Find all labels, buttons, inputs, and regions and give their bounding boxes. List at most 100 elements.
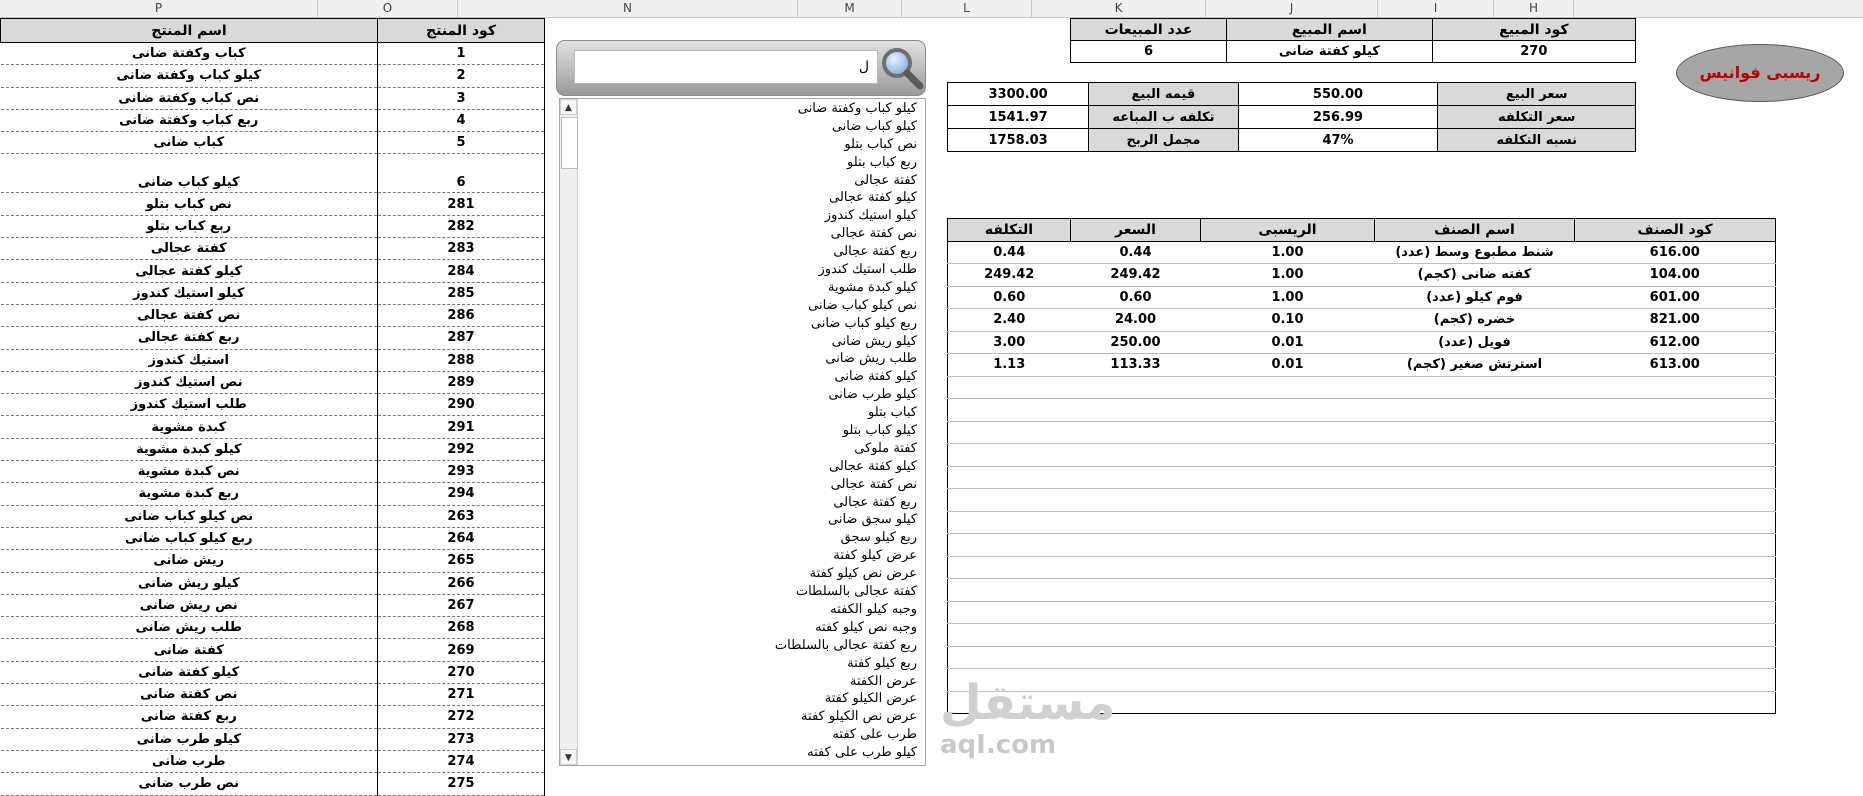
empty-cell[interactable] (1374, 511, 1575, 534)
empty-cell[interactable] (1200, 556, 1375, 579)
empty-cell[interactable] (1200, 578, 1375, 602)
sale-code-cell[interactable]: 270 (1431, 40, 1637, 63)
item-cost-cell[interactable]: 0.44 (947, 241, 1071, 264)
empty-cell[interactable] (1574, 556, 1776, 579)
product-code-cell[interactable]: 288 (377, 349, 545, 372)
item-cost-cell[interactable]: 3.00 (947, 331, 1071, 354)
product-name-cell[interactable]: ربع كفتة ضانى (0, 705, 378, 729)
empty-cell[interactable] (1070, 646, 1201, 669)
empty-cell[interactable] (947, 578, 1071, 602)
pricing-value-cell[interactable]: 1758.03 (946, 128, 1090, 152)
product-code-cell[interactable]: 268 (377, 616, 545, 640)
empty-cell[interactable] (1374, 691, 1575, 714)
empty-cell[interactable] (1200, 623, 1375, 647)
product-code-cell[interactable]: 293 (377, 460, 545, 484)
column-header-P[interactable]: P (0, 0, 318, 18)
scrollbar-thumb[interactable] (561, 117, 578, 169)
empty-cell[interactable] (1200, 668, 1375, 692)
pricing-value-cell[interactable]: 3300.00 (946, 82, 1090, 106)
empty-cell[interactable] (1574, 443, 1776, 467)
list-item[interactable]: كفتة عجالى بالسلطات (775, 583, 917, 601)
item-recipe-cell[interactable]: 0.01 (1200, 331, 1375, 354)
empty-cell[interactable] (1200, 466, 1375, 489)
list-item[interactable]: عرض الكفتة (775, 673, 917, 691)
recipe-header[interactable]: الريسبى (1200, 218, 1375, 242)
list-item[interactable]: وجبه كيلو الكفته (775, 601, 917, 619)
list-item[interactable]: عرض كيلو كفتة (775, 547, 917, 565)
product-code-cell[interactable]: 275 (377, 772, 545, 796)
item-name-cell[interactable]: خضره (كجم) (1374, 308, 1575, 332)
product-name-cell[interactable]: كفتة ضانى (0, 638, 378, 662)
product-name-cell[interactable]: نص طرب ضانى (0, 772, 378, 796)
empty-cell[interactable] (1070, 376, 1201, 399)
product-name-cell[interactable]: كيلو كباب وكفتة ضانى (0, 64, 378, 88)
item-code-cell[interactable]: 821.00 (1574, 308, 1776, 332)
product-code-cell[interactable]: 266 (377, 572, 545, 595)
empty-cell[interactable] (1574, 646, 1776, 669)
product-code-cell[interactable]: 291 (377, 415, 545, 439)
item-price-cell[interactable]: 0.44 (1070, 241, 1201, 264)
list-item[interactable]: كيلو كباب وكفتة ضانى (775, 100, 917, 118)
list-item[interactable]: نص كباب بتلو (775, 136, 917, 154)
product-name-cell[interactable]: كيلو كبدة مشوية (0, 438, 378, 462)
product-name-cell[interactable]: نص كباب وكفتة ضانى (0, 87, 378, 110)
empty-cell[interactable] (947, 646, 1071, 669)
sale-name-header[interactable]: اسم المبيع (1226, 18, 1433, 41)
pricing-label-cell[interactable]: سعر البيع (1437, 82, 1636, 106)
item-price-cell[interactable]: 0.60 (1070, 286, 1201, 309)
item-recipe-cell[interactable]: 0.10 (1200, 308, 1375, 332)
product-name-cell[interactable]: ربع كباب وكفتة ضانى (0, 109, 378, 133)
product-name-cell[interactable]: كباب وكفتة ضانى (0, 42, 378, 66)
empty-cell[interactable] (1070, 533, 1201, 557)
product-code-cell[interactable]: 289 (377, 371, 545, 395)
product-code-cell[interactable]: 272 (377, 705, 545, 729)
list-item[interactable]: كيلو طرب ضانى (775, 386, 917, 404)
listbox-scrollbar[interactable]: ▲ ▼ (560, 99, 578, 765)
item-price-cell[interactable]: 250.00 (1070, 331, 1201, 354)
list-item[interactable]: ربع كفتة عجالى (775, 243, 917, 261)
list-item[interactable]: كيلو كفتة ضانى (775, 368, 917, 386)
empty-cell[interactable] (1374, 556, 1575, 579)
column-header-L[interactable]: L (902, 0, 1032, 18)
empty-cell[interactable] (1200, 398, 1375, 422)
pricing-value-cell[interactable]: 1541.97 (946, 105, 1090, 129)
column-header-J[interactable]: J (1206, 0, 1378, 18)
item-cost-cell[interactable]: 1.13 (947, 353, 1071, 377)
empty-cell[interactable] (1070, 601, 1201, 624)
product-code-cell[interactable]: 286 (377, 304, 545, 328)
pricing-value-cell[interactable]: 550.00 (1237, 82, 1439, 106)
empty-cell[interactable] (1374, 533, 1575, 557)
product-listbox[interactable]: ▲ ▼ كيلو كباب وكفتة ضانى كيلو كباب ضانى نص… (559, 98, 926, 766)
list-item[interactable]: ربع كيلو كفتة (775, 655, 917, 673)
list-item[interactable]: كيلو سجق ضانى (775, 511, 917, 529)
product-name-cell[interactable]: ريش ضانى (0, 549, 378, 573)
search-icon[interactable] (878, 44, 924, 90)
column-header-O[interactable]: O (318, 0, 458, 18)
product-name-cell[interactable]: كيلو استيك كندوز (0, 282, 378, 305)
item-name-cell[interactable]: فويل (عدد) (1374, 331, 1575, 354)
empty-cell[interactable] (1070, 443, 1201, 467)
product-name-header[interactable]: اسم المنتج (0, 18, 378, 43)
recipe-lanterns-button[interactable]: ريسبى فوانيس (1676, 44, 1844, 102)
product-code-cell[interactable]: 287 (377, 326, 545, 350)
product-name-cell[interactable]: نص كفتة عجالى (0, 304, 378, 328)
item-recipe-cell[interactable]: 1.00 (1200, 241, 1375, 264)
list-item[interactable]: عرض نص كيلو كفتة (775, 565, 917, 583)
item-cost-cell[interactable]: 0.60 (947, 286, 1071, 309)
empty-cell[interactable] (1574, 398, 1776, 422)
list-item[interactable]: كيلو كفتة عجالى (775, 189, 917, 207)
list-item[interactable]: كيلو كباب بتلو (775, 422, 917, 440)
list-item[interactable]: طلب استيك كندوز (775, 261, 917, 279)
scroll-up-arrow-icon[interactable]: ▲ (560, 99, 577, 115)
product-name-cell[interactable]: كيلو كفتة عجالى (0, 259, 378, 283)
column-header-I[interactable]: I (1378, 0, 1494, 18)
list-item[interactable]: كفتة عجالى (775, 172, 917, 190)
list-item[interactable]: كفتة ملوكى (775, 440, 917, 458)
product-name-cell[interactable]: كيلو طرب ضانى (0, 728, 378, 751)
product-code-cell[interactable]: 282 (377, 215, 545, 239)
product-code-header[interactable]: كود المنتج (377, 18, 545, 43)
product-code-cell[interactable]: 3 (377, 87, 545, 110)
product-name-cell[interactable]: ربع كفتة عجالى (0, 326, 378, 350)
empty-cell[interactable] (1200, 533, 1375, 557)
column-header-H[interactable]: H (1494, 0, 1574, 18)
